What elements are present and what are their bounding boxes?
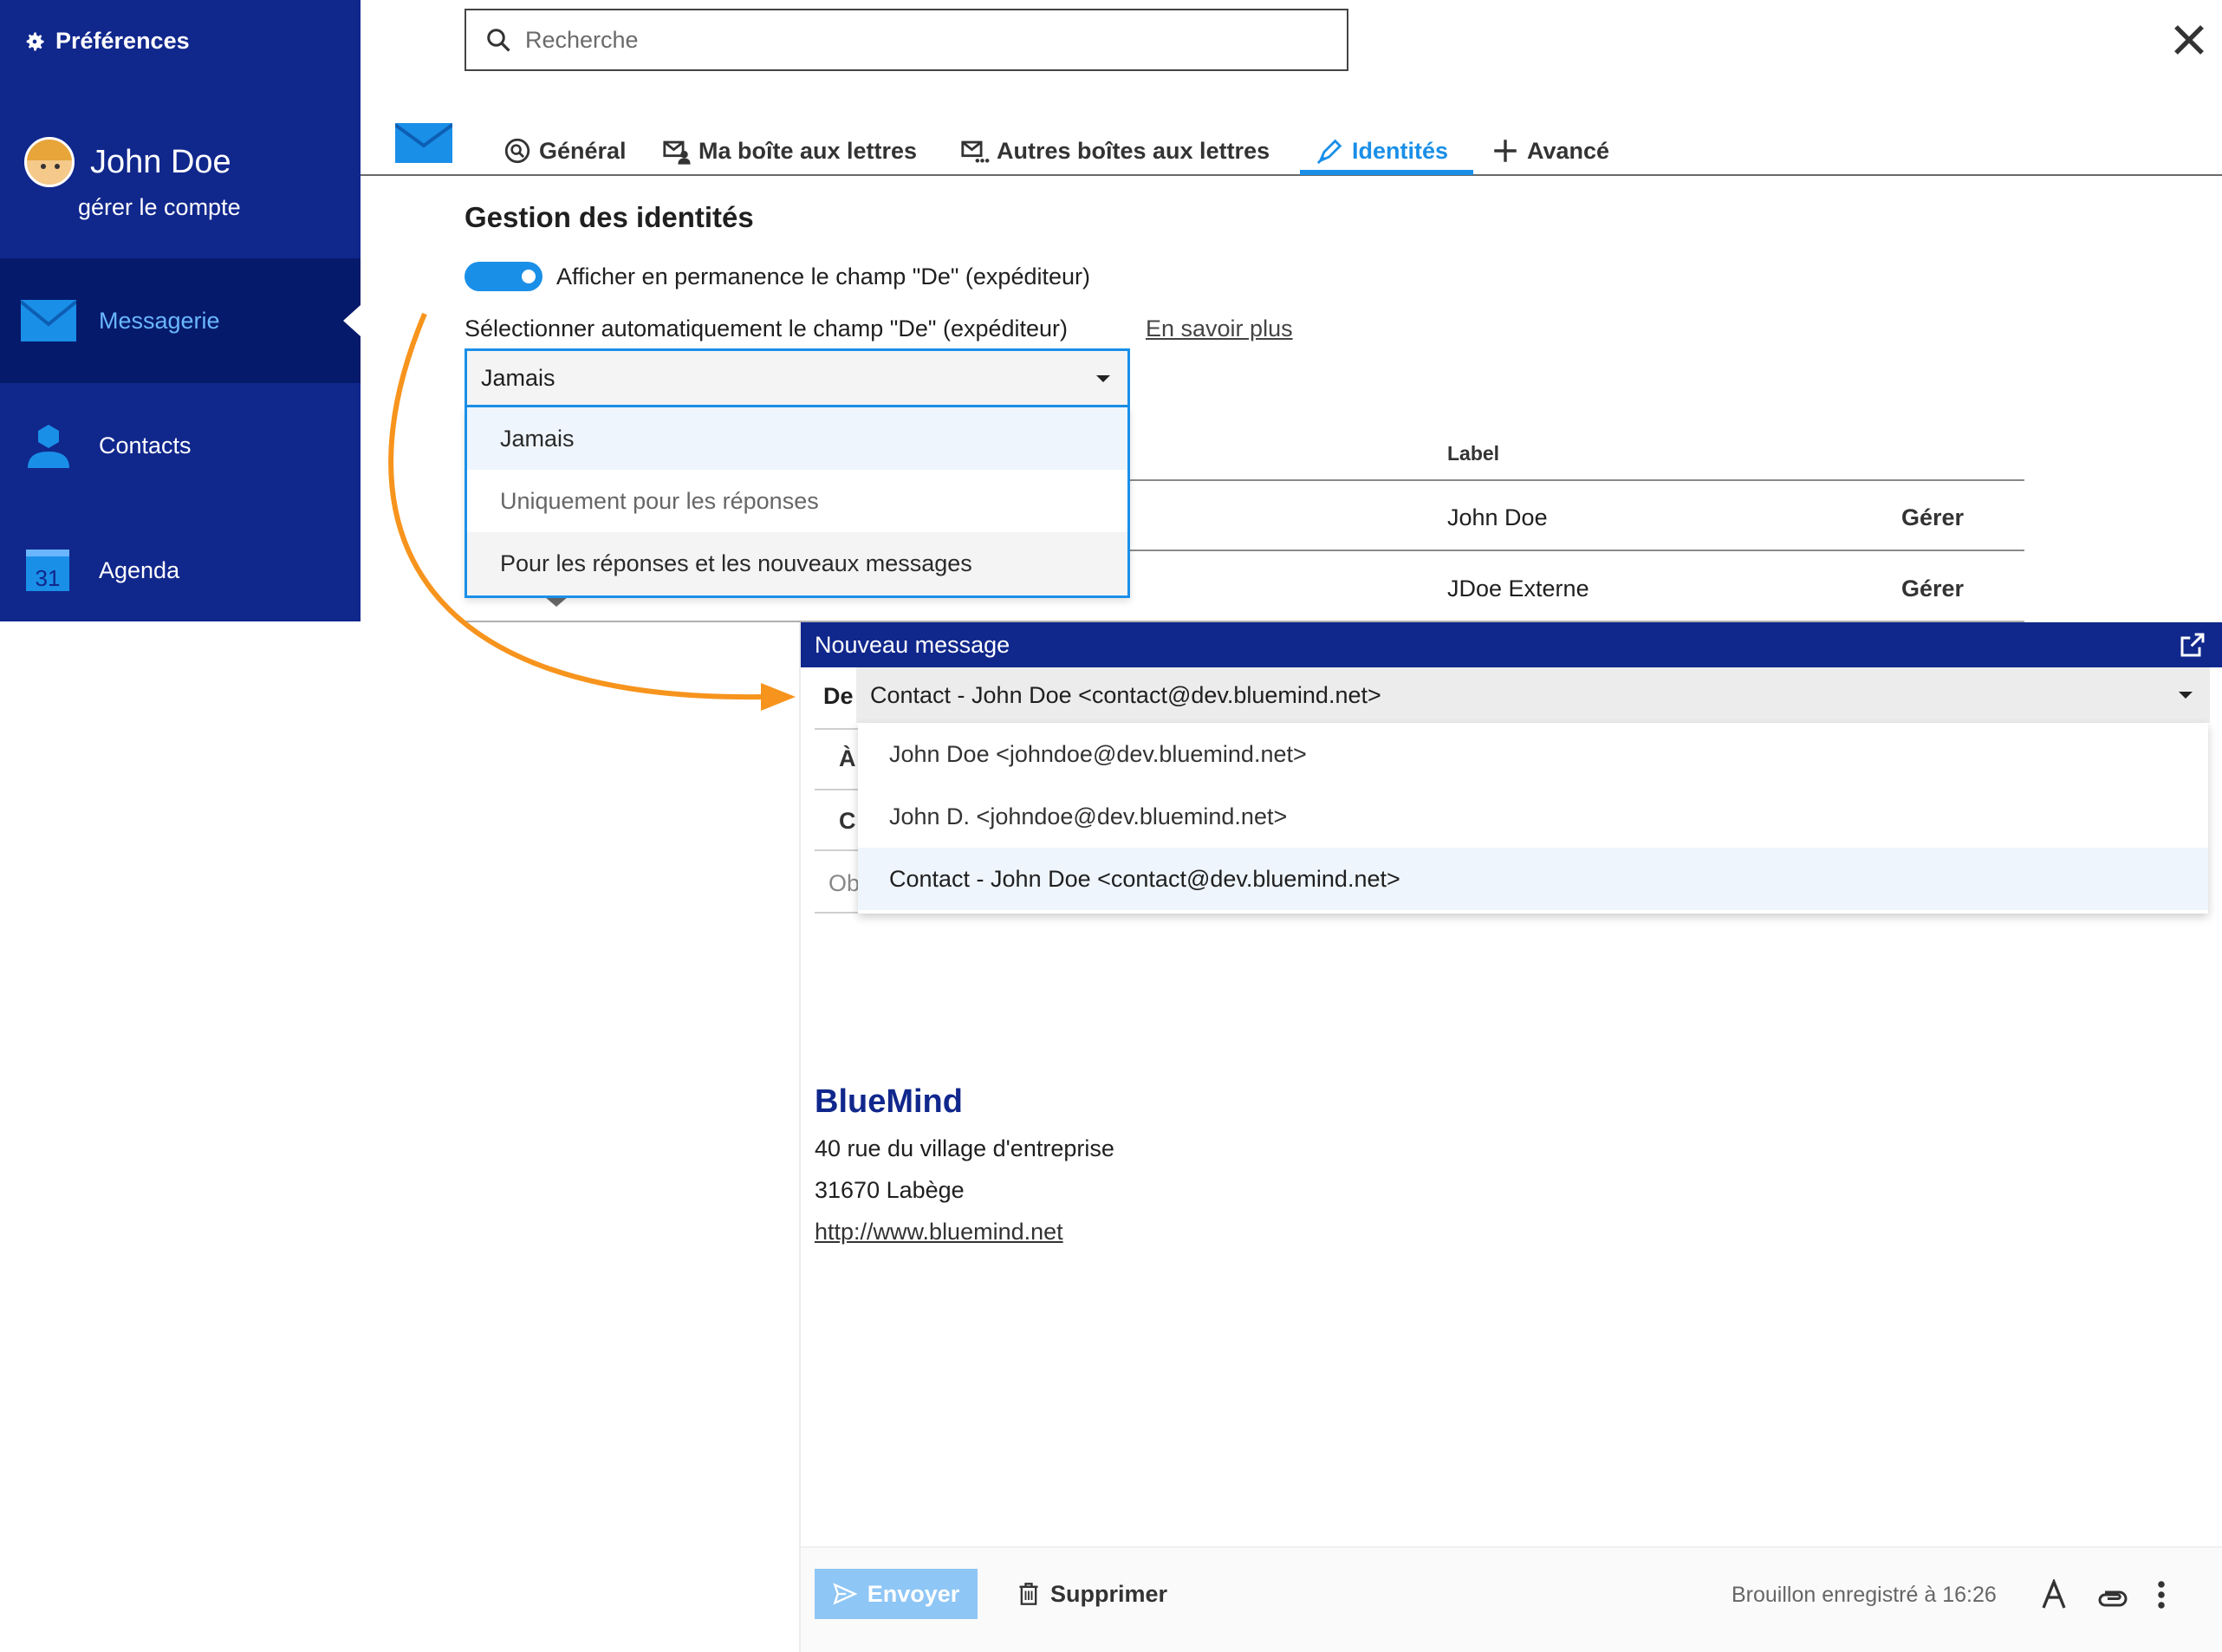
composer-window: Nouveau message De Contact - John Doe <c… (799, 622, 2222, 1652)
trash-icon (1019, 1583, 1038, 1605)
annotation-arrow (388, 312, 796, 711)
contacts-icon (28, 425, 69, 468)
my-mailbox-icon (663, 140, 691, 165)
signature-address-line-2: 31670 Labège (815, 1177, 965, 1203)
composer-title: Nouveau message (815, 631, 1010, 658)
calendar-icon: 31 (26, 550, 69, 591)
calendar-badge: 31 (36, 565, 61, 591)
identity-row-label: John Doe (1447, 504, 1548, 530)
avatar[interactable] (24, 137, 75, 187)
signature-address-line-1: 40 rue du village d'entreprise (815, 1135, 1114, 1161)
popout-icon[interactable] (2179, 631, 2206, 659)
send-button[interactable]: Envoyer (815, 1569, 978, 1619)
paperclip-icon[interactable] (2097, 1579, 2128, 1610)
mail-tab-icon[interactable] (395, 123, 452, 163)
send-label: Envoyer (867, 1580, 960, 1607)
from-label: De (823, 683, 854, 709)
sidebar-item-label: Contacts (99, 432, 192, 459)
search-input[interactable] (525, 26, 1305, 54)
sidebar-item-label: Agenda (99, 556, 180, 583)
from-option[interactable]: John D. <johndoe@dev.bluemind.net> (858, 785, 2208, 848)
table-divider (1130, 550, 2024, 551)
sidebar-item-contacts[interactable]: Contacts (0, 383, 361, 508)
general-icon (504, 138, 530, 164)
manage-account-link[interactable]: gérer le compte (78, 194, 241, 221)
preferences-title: Préférences (23, 28, 190, 55)
text-format-icon[interactable] (2038, 1579, 2069, 1610)
tab-other-mailboxes[interactable]: Autres boîtes aux lettres (960, 128, 1270, 173)
subject-label: Ob (828, 870, 861, 896)
sidebar: Préférences John Doe gérer le compte Mes… (0, 0, 361, 621)
active-tab-indicator (1300, 170, 1473, 175)
delete-button[interactable]: Supprimer (1017, 1569, 1167, 1619)
signature-company: BlueMind (815, 1083, 963, 1120)
table-divider (1130, 479, 2024, 481)
manage-identity-button[interactable]: Gérer (1901, 576, 1964, 602)
from-select[interactable]: Contact - John Doe <contact@dev.bluemind… (856, 667, 2210, 723)
tab-general[interactable]: Général (503, 128, 627, 173)
composer-header: Nouveau message (801, 622, 2222, 667)
tab-advanced[interactable]: Avancé (1491, 128, 1609, 173)
from-options: John Doe <johndoe@dev.bluemind.net> John… (858, 723, 2208, 914)
from-option-selected[interactable]: Contact - John Doe <contact@dev.bluemind… (858, 848, 2208, 910)
user-info: John Doe (24, 137, 231, 187)
gear-icon (26, 32, 44, 50)
column-header-label: Label (1447, 442, 1500, 465)
from-value: Contact - John Doe <contact@dev.bluemind… (870, 681, 1381, 708)
tab-my-mailbox[interactable]: Ma boîte aux lettres (662, 128, 917, 173)
to-label: À (839, 745, 856, 771)
manage-identity-button[interactable]: Gérer (1901, 504, 1964, 531)
plus-icon (1494, 140, 1517, 162)
signature-website-link[interactable]: http://www.bluemind.net (815, 1219, 1063, 1246)
mail-icon (21, 300, 76, 341)
tab-identities[interactable]: Identités (1316, 128, 1448, 173)
tab-label: Avancé (1527, 137, 1610, 164)
tab-label: Ma boîte aux lettres (698, 137, 918, 164)
show-from-toggle[interactable] (465, 262, 543, 291)
learn-more-link[interactable]: En savoir plus (1146, 315, 1293, 342)
from-option[interactable]: John Doe <johndoe@dev.bluemind.net> (858, 723, 2208, 785)
more-options-icon[interactable] (2153, 1579, 2170, 1610)
preferences-title-text: Préférences (55, 28, 190, 54)
cc-label: C (839, 808, 856, 834)
tabs-divider (361, 174, 2222, 176)
page-title: Gestion des identités (465, 201, 754, 233)
pen-icon (1316, 139, 1342, 165)
tab-label: Identités (1352, 137, 1449, 164)
close-icon[interactable] (2172, 23, 2206, 57)
search-box[interactable] (465, 9, 1348, 71)
chevron-down-icon (2179, 692, 2193, 699)
delete-label: Supprimer (1050, 1580, 1168, 1607)
sidebar-item-messagerie[interactable]: Messagerie (0, 258, 361, 383)
send-icon (833, 1583, 857, 1605)
sidebar-item-label: Messagerie (99, 307, 220, 334)
other-mailboxes-icon (961, 140, 990, 163)
chevron-down-icon (1096, 375, 1110, 382)
search-icon (487, 29, 510, 52)
user-name: John Doe (90, 143, 231, 180)
tab-label: Général (539, 137, 627, 164)
sidebar-item-agenda[interactable]: 31 Agenda (0, 508, 361, 633)
tab-label: Autres boîtes aux lettres (997, 137, 1270, 164)
draft-status: Brouillon enregistré à 16:26 (1731, 1583, 1997, 1607)
toggle-label: Afficher en permanence le champ "De" (ex… (556, 263, 1090, 289)
identity-row-label: JDoe Externe (1447, 576, 1589, 602)
composer-footer: Envoyer Supprimer Brouillon enregistré à… (801, 1548, 2222, 1652)
